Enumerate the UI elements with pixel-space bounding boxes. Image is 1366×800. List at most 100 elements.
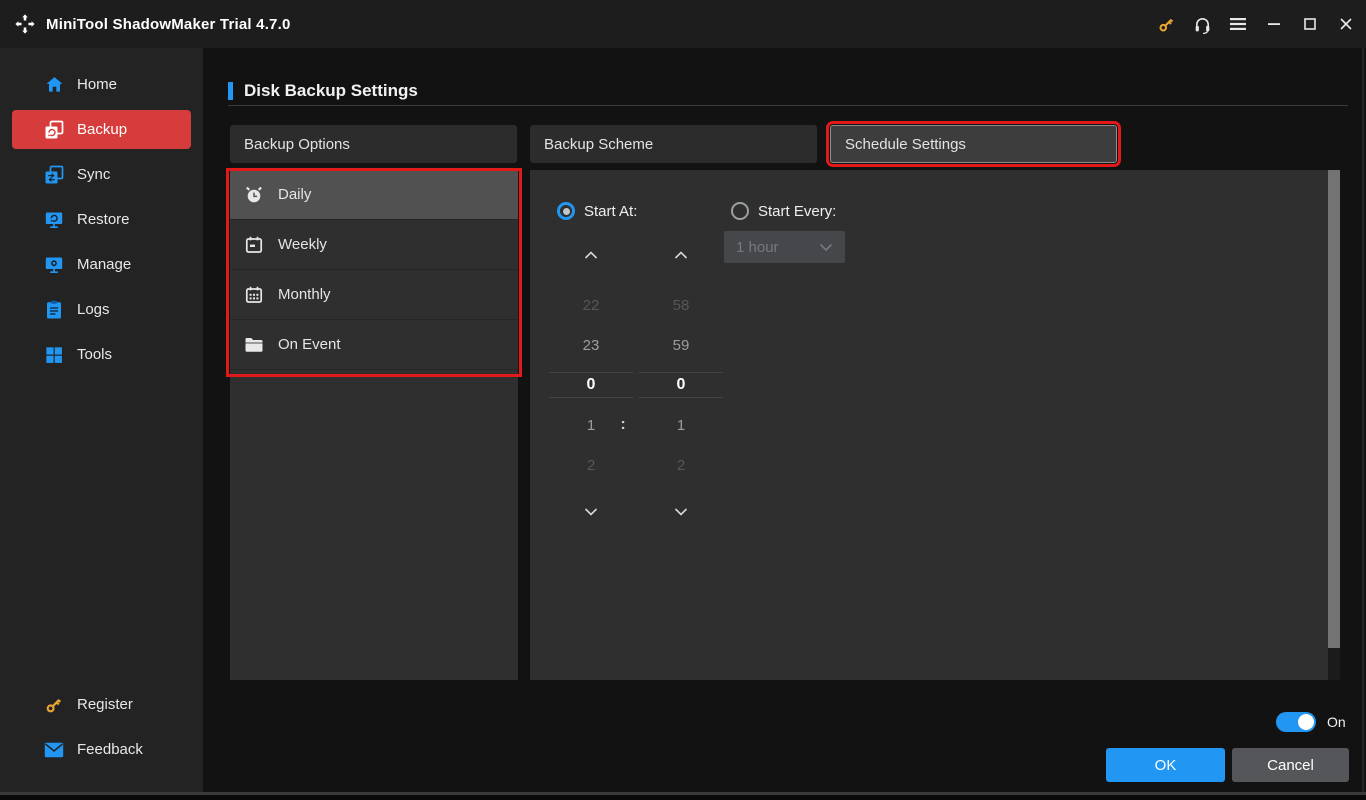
ok-button[interactable]: OK bbox=[1106, 748, 1225, 782]
interval-dropdown[interactable]: 1 hour bbox=[724, 231, 845, 263]
key-icon bbox=[44, 695, 64, 715]
minute-down-chevron-icon[interactable] bbox=[639, 502, 723, 522]
time-picker: 22 23 0 1 2 : 58 59 0 1 2 bbox=[549, 245, 741, 525]
sidebar-item-backup[interactable]: Backup bbox=[12, 110, 191, 149]
sidebar-item-home[interactable]: Home bbox=[0, 62, 203, 107]
titlebar-actions bbox=[1148, 8, 1364, 40]
time-separator: : bbox=[620, 416, 626, 433]
start-at-radio[interactable]: Start At: bbox=[557, 202, 637, 220]
sidebar-item-manage[interactable]: Manage bbox=[0, 242, 203, 287]
hour-option[interactable]: 23 bbox=[549, 325, 633, 365]
calendar-month-icon bbox=[244, 285, 264, 305]
tab-schedule-settings[interactable]: Schedule Settings bbox=[826, 121, 1121, 167]
support-headset-icon[interactable] bbox=[1184, 8, 1220, 40]
hour-down-chevron-icon[interactable] bbox=[549, 502, 633, 522]
hour-values: 22 23 0 1 2 bbox=[549, 285, 633, 485]
schedule-type-weekly[interactable]: Weekly bbox=[230, 220, 518, 270]
sidebar-item-sync[interactable]: Sync bbox=[0, 152, 203, 197]
minute-option[interactable]: 59 bbox=[639, 325, 723, 365]
minute-option[interactable]: 58 bbox=[639, 285, 723, 325]
schedule-type-label: Weekly bbox=[278, 236, 327, 253]
settings-tabs: Backup Options Backup Scheme Schedule Se… bbox=[230, 121, 1121, 167]
tab-label: Schedule Settings bbox=[845, 135, 966, 153]
sidebar-item-logs[interactable]: Logs bbox=[0, 287, 203, 332]
menu-icon[interactable] bbox=[1220, 8, 1256, 40]
sidebar: Home Backup Sync Restore Manage Logs Too… bbox=[0, 48, 203, 792]
tab-label: Backup Scheme bbox=[544, 135, 654, 153]
radio-selected-icon bbox=[557, 202, 575, 220]
schedule-type-list: Daily Weekly Monthly On Event bbox=[230, 170, 518, 680]
app-logo-icon bbox=[14, 13, 36, 35]
window-right-edge bbox=[1362, 48, 1364, 792]
sidebar-item-label: Tools bbox=[77, 346, 113, 363]
schedule-type-on-event[interactable]: On Event bbox=[230, 320, 518, 370]
sidebar-item-label: Restore bbox=[77, 211, 130, 228]
titlebar: MiniTool ShadowMaker Trial 4.7.0 bbox=[0, 0, 1366, 48]
sidebar-item-label: Register bbox=[77, 696, 133, 713]
mail-icon bbox=[44, 740, 64, 760]
minute-selected-value: 0 bbox=[639, 372, 723, 398]
daily-schedule-panel: Start At: Start Every: 1 hour 22 23 0 1 … bbox=[530, 170, 1328, 680]
minute-option[interactable]: 1 bbox=[639, 405, 723, 445]
title-accent-bar bbox=[228, 82, 233, 100]
minimize-icon[interactable] bbox=[1256, 8, 1292, 40]
schedule-toggle-row: On bbox=[1276, 712, 1346, 732]
interval-dropdown-value: 1 hour bbox=[736, 238, 779, 256]
schedule-type-label: Monthly bbox=[278, 286, 331, 303]
toggle-knob bbox=[1298, 714, 1314, 730]
minute-values: 58 59 0 1 2 bbox=[639, 285, 723, 485]
hour-option[interactable]: 22 bbox=[549, 285, 633, 325]
minute-option-selected[interactable]: 0 bbox=[639, 365, 723, 405]
hour-selected-value: 0 bbox=[549, 372, 633, 398]
chevron-down-icon bbox=[819, 243, 833, 252]
hour-up-chevron-icon[interactable] bbox=[549, 245, 633, 265]
sidebar-nav: Home Backup Sync Restore Manage Logs Too… bbox=[0, 48, 203, 377]
schedule-type-label: Daily bbox=[278, 186, 312, 203]
start-every-radio[interactable]: Start Every: bbox=[731, 202, 836, 220]
schedule-on-toggle[interactable] bbox=[1276, 712, 1316, 732]
app-window: MiniTool ShadowMaker Trial 4.7.0 Home Ba… bbox=[0, 0, 1366, 800]
window-bottom-shadow bbox=[0, 795, 1366, 800]
toggle-state-label: On bbox=[1327, 714, 1346, 730]
schedule-type-monthly[interactable]: Monthly bbox=[230, 270, 518, 320]
radio-unselected-icon bbox=[731, 202, 749, 220]
tab-backup-scheme[interactable]: Backup Scheme bbox=[530, 125, 817, 163]
schedule-type-daily[interactable]: Daily bbox=[230, 170, 518, 220]
tools-icon bbox=[44, 345, 64, 365]
minute-up-chevron-icon[interactable] bbox=[639, 245, 723, 265]
sidebar-item-label: Sync bbox=[77, 166, 111, 183]
sync-icon bbox=[44, 165, 64, 185]
page-header: Disk Backup Settings bbox=[228, 81, 418, 101]
sidebar-item-label: Backup bbox=[77, 121, 128, 138]
folder-icon bbox=[244, 335, 264, 355]
home-icon bbox=[44, 75, 64, 95]
tab-backup-options[interactable]: Backup Options bbox=[230, 125, 517, 163]
hour-option-selected[interactable]: 0 bbox=[549, 365, 633, 405]
sidebar-item-feedback[interactable]: Feedback bbox=[0, 727, 203, 772]
sidebar-item-register[interactable]: Register bbox=[0, 682, 203, 727]
start-every-label: Start Every: bbox=[758, 202, 837, 220]
sidebar-item-label: Manage bbox=[77, 256, 132, 273]
schedule-type-label: On Event bbox=[278, 336, 341, 353]
sidebar-item-tools[interactable]: Tools bbox=[0, 332, 203, 377]
scrollbar-thumb[interactable] bbox=[1328, 170, 1340, 648]
license-key-icon[interactable] bbox=[1148, 8, 1184, 40]
page-title: Disk Backup Settings bbox=[244, 81, 418, 100]
backup-icon bbox=[44, 120, 64, 140]
logs-icon bbox=[44, 300, 64, 320]
header-divider bbox=[228, 105, 1348, 106]
calendar-week-icon bbox=[244, 235, 264, 255]
sidebar-item-label: Feedback bbox=[77, 741, 143, 758]
manage-icon bbox=[44, 255, 64, 275]
maximize-icon[interactable] bbox=[1292, 8, 1328, 40]
window-title: MiniTool ShadowMaker Trial 4.7.0 bbox=[46, 15, 291, 33]
close-icon[interactable] bbox=[1328, 8, 1364, 40]
cancel-button[interactable]: Cancel bbox=[1232, 748, 1349, 782]
hour-option[interactable]: 2 bbox=[549, 445, 633, 485]
main-content: Disk Backup Settings Backup Options Back… bbox=[203, 48, 1366, 792]
vertical-scrollbar[interactable] bbox=[1328, 170, 1340, 680]
sidebar-item-restore[interactable]: Restore bbox=[0, 197, 203, 242]
minute-option[interactable]: 2 bbox=[639, 445, 723, 485]
sidebar-item-label: Logs bbox=[77, 301, 110, 318]
sidebar-item-label: Home bbox=[77, 76, 118, 93]
